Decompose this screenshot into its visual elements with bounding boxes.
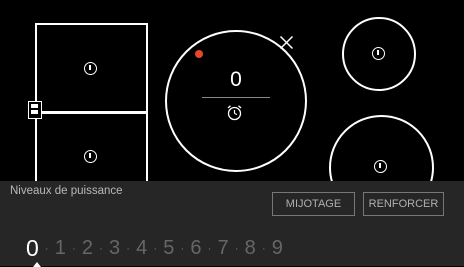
level-separator: ·: [71, 241, 76, 255]
cooktop-surface: 0: [0, 0, 464, 181]
power-level-6[interactable]: 6: [190, 236, 201, 260]
power-level-panel: Niveaux de puissance MIJOTAGE RENFORCER …: [0, 181, 464, 267]
level-separator: ·: [234, 241, 239, 255]
power-level-1[interactable]: 1: [55, 236, 66, 260]
power-level-7[interactable]: 7: [218, 236, 229, 260]
power-icon: [84, 150, 97, 163]
power-level-9[interactable]: 9: [272, 236, 283, 260]
power-level-5[interactable]: 5: [163, 236, 174, 260]
power-icon: [374, 160, 387, 173]
level-separator: ·: [99, 241, 104, 255]
divider: [202, 97, 270, 98]
close-icon[interactable]: [279, 35, 294, 50]
zone-rear-left[interactable]: [35, 23, 148, 114]
power-level-4[interactable]: 4: [136, 236, 147, 260]
zone-front-right[interactable]: [329, 115, 434, 181]
power-level-scale: 0 · 1 · 2 · 3 · 4 · 5 · 6 · 7 · 8 · 9: [26, 235, 456, 261]
level-separator: ·: [207, 241, 212, 255]
level-separator: ·: [126, 241, 131, 255]
zone-rear-right[interactable]: [342, 17, 416, 91]
bridge-icon[interactable]: [28, 101, 42, 119]
simmer-button[interactable]: MIJOTAGE: [272, 192, 355, 216]
power-level-2[interactable]: 2: [82, 236, 93, 260]
zone-center[interactable]: [165, 30, 307, 172]
zone-center-power-level: 0: [230, 68, 242, 91]
power-level-0[interactable]: 0: [26, 236, 39, 260]
power-level-3[interactable]: 3: [109, 236, 120, 260]
level-separator: ·: [153, 241, 158, 255]
zone-front-left[interactable]: [35, 111, 148, 181]
level-separator: ·: [44, 241, 49, 255]
power-level-8[interactable]: 8: [245, 236, 256, 260]
level-separator: ·: [261, 241, 266, 255]
level-separator: ·: [180, 241, 185, 255]
panel-title: Niveaux de puissance: [10, 185, 123, 197]
selected-level-marker: [33, 262, 41, 267]
residual-heat-indicator: [195, 50, 203, 58]
boost-button[interactable]: RENFORCER: [363, 192, 444, 216]
power-icon: [84, 62, 97, 75]
timer-icon[interactable]: [226, 104, 243, 121]
power-icon: [372, 47, 385, 60]
